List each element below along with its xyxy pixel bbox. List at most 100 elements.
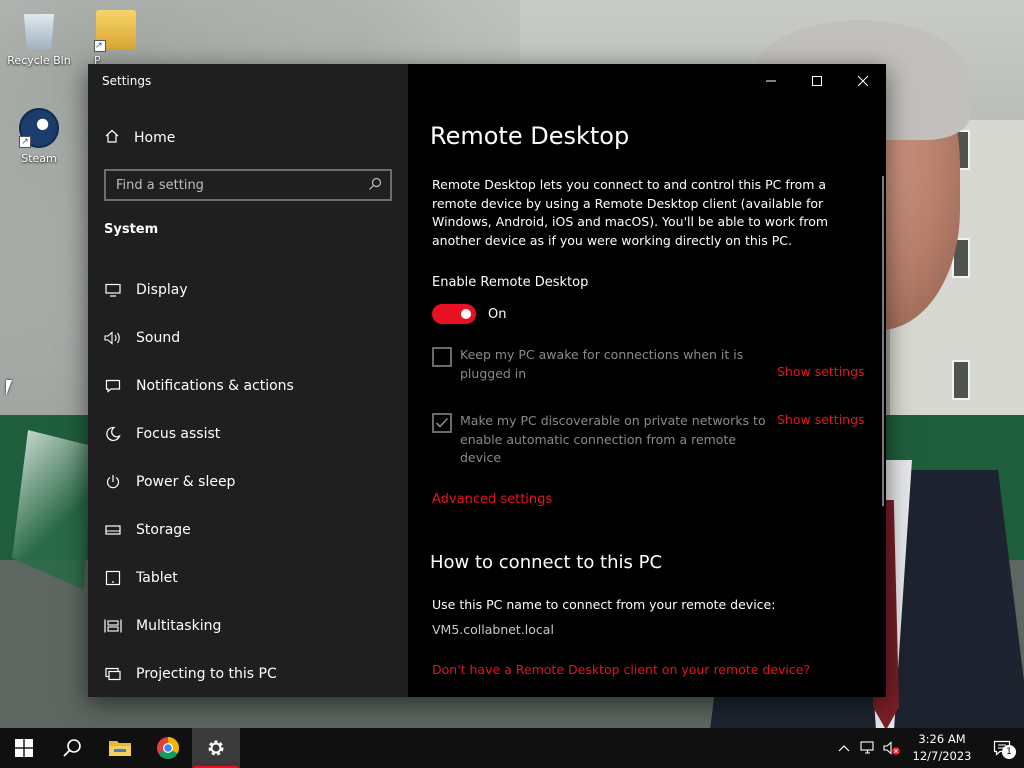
display-icon — [104, 281, 122, 299]
sidebar-item-storage[interactable]: Storage — [88, 506, 408, 554]
volume-button[interactable] — [880, 728, 904, 768]
gear-icon — [208, 740, 224, 756]
tablet-icon — [104, 569, 122, 587]
sidebar-item-label: Storage — [136, 522, 191, 538]
sidebar-item-multitasking[interactable]: Multitasking — [88, 602, 408, 650]
discoverable-text: Make my PC discoverable on private netwo… — [460, 413, 766, 465]
taskbar: 3:26 AM 12/7/2023 1 — [0, 728, 1024, 768]
caption-buttons — [748, 64, 886, 98]
desktop-icon-label: Steam — [21, 152, 57, 165]
page-title: Remote Desktop — [430, 122, 630, 150]
keep-awake-checkbox[interactable] — [432, 347, 452, 367]
remote-desktop-description: Remote Desktop lets you connect to and c… — [432, 177, 829, 248]
sidebar-item-sound[interactable]: Sound — [88, 314, 408, 362]
close-button[interactable] — [840, 64, 886, 98]
search-icon — [63, 739, 81, 757]
notification-count-badge: 1 — [1002, 745, 1016, 759]
use-pc-name-text: Use this PC name to connect from your re… — [432, 597, 776, 612]
sidebar-item-focus-assist[interactable]: Focus assist — [88, 410, 408, 458]
storage-icon — [104, 521, 122, 539]
discoverable-show-settings-link[interactable]: Show settings — [777, 412, 865, 427]
chevron-up-icon — [838, 745, 850, 752]
minimize-button[interactable] — [748, 64, 794, 98]
system-tray: 3:26 AM 12/7/2023 1 — [832, 728, 1024, 768]
nav-home-label: Home — [134, 130, 176, 146]
multitasking-icon — [104, 617, 122, 635]
minimize-icon — [766, 80, 776, 82]
nav-home[interactable]: Home — [104, 127, 175, 149]
sidebar-item-label: Tablet — [136, 570, 178, 586]
sound-icon — [104, 329, 122, 347]
windows-logo-icon — [15, 739, 33, 757]
keep-awake-option: Keep my PC awake for connections when it… — [432, 346, 766, 383]
sidebar-nav-list: Display Sound Notifications & actions Fo… — [88, 266, 408, 697]
search-input[interactable] — [116, 177, 368, 193]
action-center-button[interactable]: 1 — [980, 728, 1024, 768]
toggle-knob — [461, 309, 471, 319]
clock-time: 3:26 AM — [918, 732, 966, 746]
sidebar-item-label: Display — [136, 282, 188, 298]
power-icon — [104, 473, 122, 491]
network-icon — [860, 741, 874, 754]
start-button[interactable] — [0, 728, 48, 768]
recycle-bin-icon — [23, 14, 55, 50]
scrollbar[interactable] — [882, 176, 884, 506]
settings-sidebar: Settings Home System Display — [88, 64, 408, 697]
maximize-icon — [812, 76, 822, 86]
advanced-settings-link[interactable]: Advanced settings — [432, 492, 552, 507]
sidebar-item-label: Projecting to this PC — [136, 666, 277, 682]
how-to-connect-heading: How to connect to this PC — [430, 552, 663, 573]
section-title: System — [104, 222, 159, 237]
clock[interactable]: 3:26 AM 12/7/2023 — [904, 731, 980, 765]
mouse-cursor-icon — [6, 380, 18, 396]
pc-name-value: VM5.collabnet.local — [432, 622, 554, 637]
sidebar-item-tablet[interactable]: Tablet — [88, 554, 408, 602]
sidebar-item-power-sleep[interactable]: Power & sleep — [88, 458, 408, 506]
clock-date: 12/7/2023 — [912, 749, 972, 763]
sidebar-item-label: Sound — [136, 330, 181, 346]
settings-window: Settings Home System Display — [88, 64, 886, 697]
window-title: Settings — [102, 74, 152, 88]
enable-remote-desktop-toggle[interactable] — [432, 304, 476, 324]
sidebar-item-label: Multitasking — [136, 618, 222, 634]
settings-content: Remote Desktop Remote Desktop lets you c… — [408, 64, 886, 697]
settings-taskbar-button[interactable] — [192, 728, 240, 768]
search-taskbar-button[interactable] — [48, 728, 96, 768]
sidebar-item-projecting[interactable]: Projecting to this PC — [88, 650, 408, 697]
home-icon — [104, 128, 120, 148]
get-client-link[interactable]: Don't have a Remote Desktop client on yo… — [432, 662, 810, 677]
shortcut-arrow-icon: ↗ — [94, 40, 106, 52]
close-icon — [857, 75, 869, 87]
moon-icon — [104, 425, 122, 443]
discoverable-option: Make my PC discoverable on private netwo… — [432, 412, 766, 468]
desktop-icon-steam[interactable]: ↗ Steam — [4, 108, 74, 165]
desktop-icon-recycle-bin[interactable]: Recycle Bin — [4, 10, 74, 67]
sidebar-item-notifications[interactable]: Notifications & actions — [88, 362, 408, 410]
steam-icon: ↗ — [19, 108, 59, 148]
volume-muted-icon — [883, 741, 900, 755]
sidebar-item-label: Notifications & actions — [136, 378, 294, 394]
desktop-icon-label: Recycle Bin — [7, 54, 71, 67]
file-explorer-button[interactable] — [96, 728, 144, 768]
notifications-icon — [104, 377, 122, 395]
sidebar-item-label: Focus assist — [136, 426, 221, 442]
toggle-state-label: On — [488, 306, 507, 322]
enable-remote-desktop-label: Enable Remote Desktop — [432, 275, 589, 290]
network-button[interactable] — [856, 728, 880, 768]
discoverable-checkbox[interactable] — [432, 413, 452, 433]
sidebar-item-label: Power & sleep — [136, 474, 236, 490]
sidebar-item-display[interactable]: Display — [88, 266, 408, 314]
shortcut-arrow-icon: ↗ — [19, 136, 31, 148]
desktop-icon-folder[interactable]: ↗ P — [80, 10, 140, 67]
enable-remote-desktop-row: On — [432, 304, 506, 324]
chrome-button[interactable] — [144, 728, 192, 768]
chrome-icon — [157, 737, 179, 759]
projecting-icon — [104, 665, 122, 683]
maximize-button[interactable] — [794, 64, 840, 98]
keep-awake-text: Keep my PC awake for connections when it… — [460, 347, 744, 381]
search-icon[interactable] — [368, 176, 382, 195]
keep-awake-show-settings-link[interactable]: Show settings — [777, 364, 865, 379]
show-hidden-icons-button[interactable] — [832, 728, 856, 768]
folder-icon — [109, 741, 131, 756]
search-box[interactable] — [104, 169, 392, 201]
